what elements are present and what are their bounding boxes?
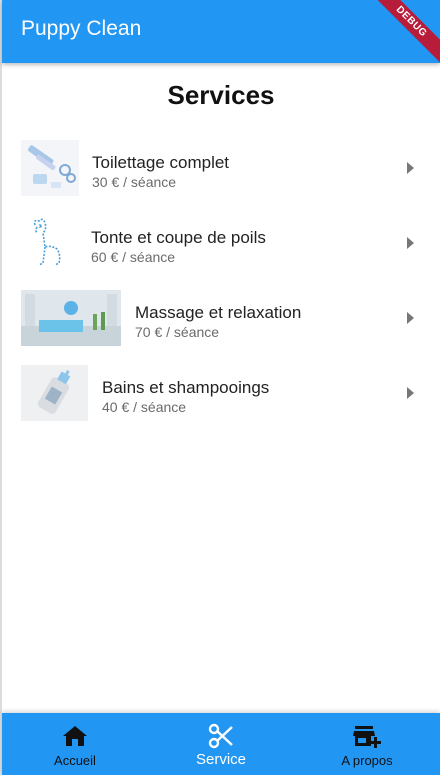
service-price: 30 € / séance [92, 174, 177, 190]
chevron-right-icon [407, 387, 414, 399]
chevron-right-icon [407, 162, 414, 174]
scissors-icon [208, 723, 233, 749]
service-name: Toilettage complet [92, 153, 230, 172]
nav-label: Service [195, 751, 247, 768]
services-list: Toilettage complet 30 € / séance Tonte e… [2, 130, 440, 430]
grooming-tools-image [21, 140, 79, 196]
service-item-toilettage[interactable]: Toilettage complet 30 € / séance [2, 130, 440, 205]
app-bar: Puppy Clean [2, 0, 440, 63]
nav-item-accueil[interactable]: Accueil [2, 713, 148, 775]
nav-item-a-propos[interactable]: A propos [294, 713, 440, 775]
dog-outline-image [21, 215, 73, 271]
nav-label: Accueil [54, 753, 96, 768]
service-item-tonte[interactable]: Tonte et coupe de poils 60 € / séance [2, 205, 440, 280]
app-title: Puppy Clean [21, 17, 142, 40]
shampoo-bottle-image [21, 365, 88, 421]
service-name: Massage et relaxation [135, 303, 302, 322]
bottom-navigation: Accueil Service A propos [2, 713, 440, 775]
nav-label: A propos [341, 753, 393, 768]
service-item-bains[interactable]: Bains et shampooings 40 € / séance [2, 355, 440, 430]
chevron-right-icon [407, 237, 414, 249]
service-item-massage[interactable]: Massage et relaxation 70 € / séance [2, 280, 440, 355]
service-price: 70 € / séance [135, 324, 220, 340]
nav-item-service[interactable]: Service [148, 713, 294, 775]
store-add-icon [353, 726, 381, 748]
chevron-right-icon [407, 312, 414, 324]
service-price: 40 € / séance [102, 399, 187, 415]
spa-room-image [21, 290, 121, 346]
service-name: Tonte et coupe de poils [91, 228, 266, 247]
service-name: Bains et shampooings [102, 378, 270, 397]
service-price: 60 € / séance [91, 249, 176, 265]
page-title: Services [167, 80, 275, 110]
home-icon [63, 726, 87, 746]
